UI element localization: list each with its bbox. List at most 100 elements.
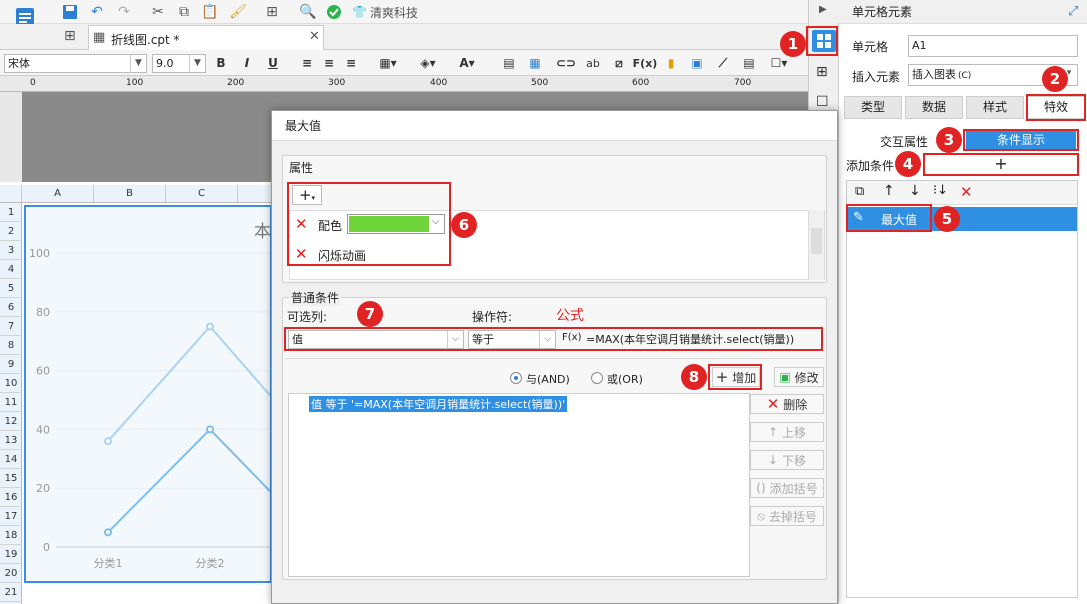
add-bracket-button[interactable]: () 添加括号 [750, 478, 824, 498]
copy-icon[interactable]: ⧉ [174, 2, 194, 22]
diagonal-icon[interactable]: ⟋ [714, 53, 732, 73]
normal-condition-label: 普通条件 [289, 289, 342, 306]
bold-button[interactable]: B [212, 53, 230, 73]
chevron-down-icon: ▼ [130, 55, 146, 72]
row-header-cell[interactable]: 17 [0, 507, 22, 526]
cell-attribute-icon[interactable]: ⊞ [816, 64, 828, 80]
grid-icon[interactable]: ⊞ [64, 28, 76, 44]
row-header-cell[interactable]: 1 [0, 203, 22, 222]
row-header-cell[interactable]: 3 [0, 241, 22, 260]
remove-bracket-button[interactable]: ⦸ 去掉括号 [750, 506, 824, 526]
column-header-c[interactable]: C [166, 185, 238, 203]
underline-button[interactable]: U [264, 53, 282, 73]
tab-type[interactable]: 类型 [844, 96, 902, 119]
cell-label: 单元格 [852, 40, 889, 54]
sort-icon[interactable]: ⁝↓ [933, 183, 948, 198]
tab-style[interactable]: 样式 [966, 96, 1024, 119]
delete-button[interactable]: ✕ 删除 [750, 394, 824, 414]
link-icon[interactable]: ⊂⊃ [556, 53, 576, 73]
move-down-button[interactable]: ↓ 下移 [750, 450, 824, 470]
tab-data[interactable]: 数据 [905, 96, 963, 119]
move-down-icon[interactable]: ↓ [909, 183, 921, 199]
row-header-cell[interactable]: 15 [0, 469, 22, 488]
dataset-icon[interactable]: ⊞ [262, 2, 282, 22]
row-header-cell[interactable]: 20 [0, 564, 22, 583]
align-right-icon[interactable]: ≡ [342, 53, 360, 73]
fill-color-icon[interactable]: ◈▾ [414, 53, 442, 73]
theme-button[interactable]: 👕 清爽科技 [352, 2, 432, 22]
border-icon[interactable]: ▦▾ [374, 53, 402, 73]
font-color-icon[interactable]: A▾ [452, 53, 482, 73]
condition-tree-item[interactable]: 值 等于 '=MAX(本年空调月销量统计.select(销量))' [309, 396, 568, 412]
preview-icon[interactable]: 🔍 [298, 2, 318, 22]
column-header-a[interactable]: A [22, 185, 94, 203]
and-label: 与(AND) [526, 373, 570, 386]
row-header-cell[interactable]: 9 [0, 355, 22, 374]
interact-attribute-tab[interactable]: 交互属性 [880, 133, 928, 150]
slash-icon[interactable]: ⧄ [610, 53, 628, 73]
formula-button[interactable]: F(x) [633, 53, 658, 73]
row-header-cell[interactable]: 4 [0, 260, 22, 279]
property-group-label: 属性 [289, 161, 314, 175]
row-header-cell[interactable]: 6 [0, 298, 22, 317]
row-header-cell[interactable]: 12 [0, 412, 22, 431]
close-icon[interactable]: ✕ [309, 29, 320, 44]
column-header-b[interactable]: B [94, 185, 166, 203]
format-painter-icon[interactable]: 🖌 [228, 2, 248, 22]
chart-icon[interactable]: ▮ [662, 53, 680, 73]
table-icon[interactable]: ▦ [526, 53, 544, 73]
highlight-condition-row [284, 327, 823, 351]
copy-condition-icon[interactable]: ⧉ [855, 184, 864, 199]
modify-button[interactable]: ▣ 修改 [774, 367, 824, 387]
row-header-cell[interactable]: 18 [0, 526, 22, 545]
or-label: 或(OR) [607, 373, 643, 386]
ruler-tick: 100 [126, 78, 144, 88]
expand-arrow-icon[interactable]: ▶ [819, 4, 827, 15]
row-header-cell[interactable]: 7 [0, 317, 22, 336]
report-icon: ▦ [93, 30, 106, 45]
row-header-cell[interactable]: 14 [0, 450, 22, 469]
and-radio[interactable] [510, 372, 522, 384]
font-select[interactable]: 宋体 ▼ [4, 54, 147, 73]
property-scrollbar[interactable] [808, 210, 824, 280]
subreport-icon[interactable]: ▤ [740, 53, 758, 73]
bracket-icon: () [756, 481, 766, 495]
align-left-icon[interactable]: ≡ [298, 53, 316, 73]
move-up-button[interactable]: ↑ 上移 [750, 422, 824, 442]
image-icon[interactable]: ▣ [688, 53, 706, 73]
highlight-cell-element [806, 26, 838, 56]
widget-icon[interactable]: ☐ [816, 94, 829, 110]
save-icon[interactable] [60, 2, 80, 22]
cell-format-icon[interactable]: ▤ [500, 53, 518, 73]
ruler-tick: 0 [30, 78, 36, 88]
cut-icon[interactable]: ✂ [148, 2, 168, 22]
row-header-cell[interactable]: 5 [0, 279, 22, 298]
row-header-cell[interactable]: 21 [0, 583, 22, 602]
row-header-cell[interactable]: 11 [0, 393, 22, 412]
cell-input[interactable]: A1 [908, 35, 1078, 57]
row-header-cell[interactable]: 8 [0, 336, 22, 355]
italic-button[interactable]: I [238, 53, 256, 73]
corner-cell[interactable] [0, 185, 22, 203]
undo-icon[interactable]: ↶ [87, 2, 107, 22]
row-header-cell[interactable]: 16 [0, 488, 22, 507]
annotation-badge-6: 6 [451, 212, 477, 238]
paste-icon[interactable]: 📋 [200, 2, 220, 22]
or-radio[interactable] [591, 372, 603, 384]
annotation-badge-1: 1 [780, 31, 806, 57]
check-icon[interactable] [324, 2, 344, 22]
font-size-select[interactable]: 9.0 ▼ [152, 54, 206, 73]
row-header-cell[interactable]: 2 [0, 222, 22, 241]
text-element-button[interactable]: ab [584, 53, 602, 73]
chart-cell[interactable]: 本 0 20 40 60 80 100 分类1 分类2 [24, 205, 272, 583]
remove-bracket-label: 去掉括号 [768, 509, 817, 524]
tab-document[interactable]: ▦ 折线图.cpt * ✕ [88, 25, 324, 50]
row-header-cell[interactable]: 19 [0, 545, 22, 564]
redo-icon[interactable]: ↷ [114, 2, 134, 22]
row-header-cell[interactable]: 10 [0, 374, 22, 393]
row-header-cell[interactable]: 13 [0, 431, 22, 450]
move-up-icon[interactable]: ↑ [883, 183, 895, 199]
pin-icon[interactable]: ⤢ [1068, 0, 1078, 24]
delete-condition-icon[interactable]: ✕ [960, 183, 973, 201]
align-center-icon[interactable]: ≡ [320, 53, 338, 73]
